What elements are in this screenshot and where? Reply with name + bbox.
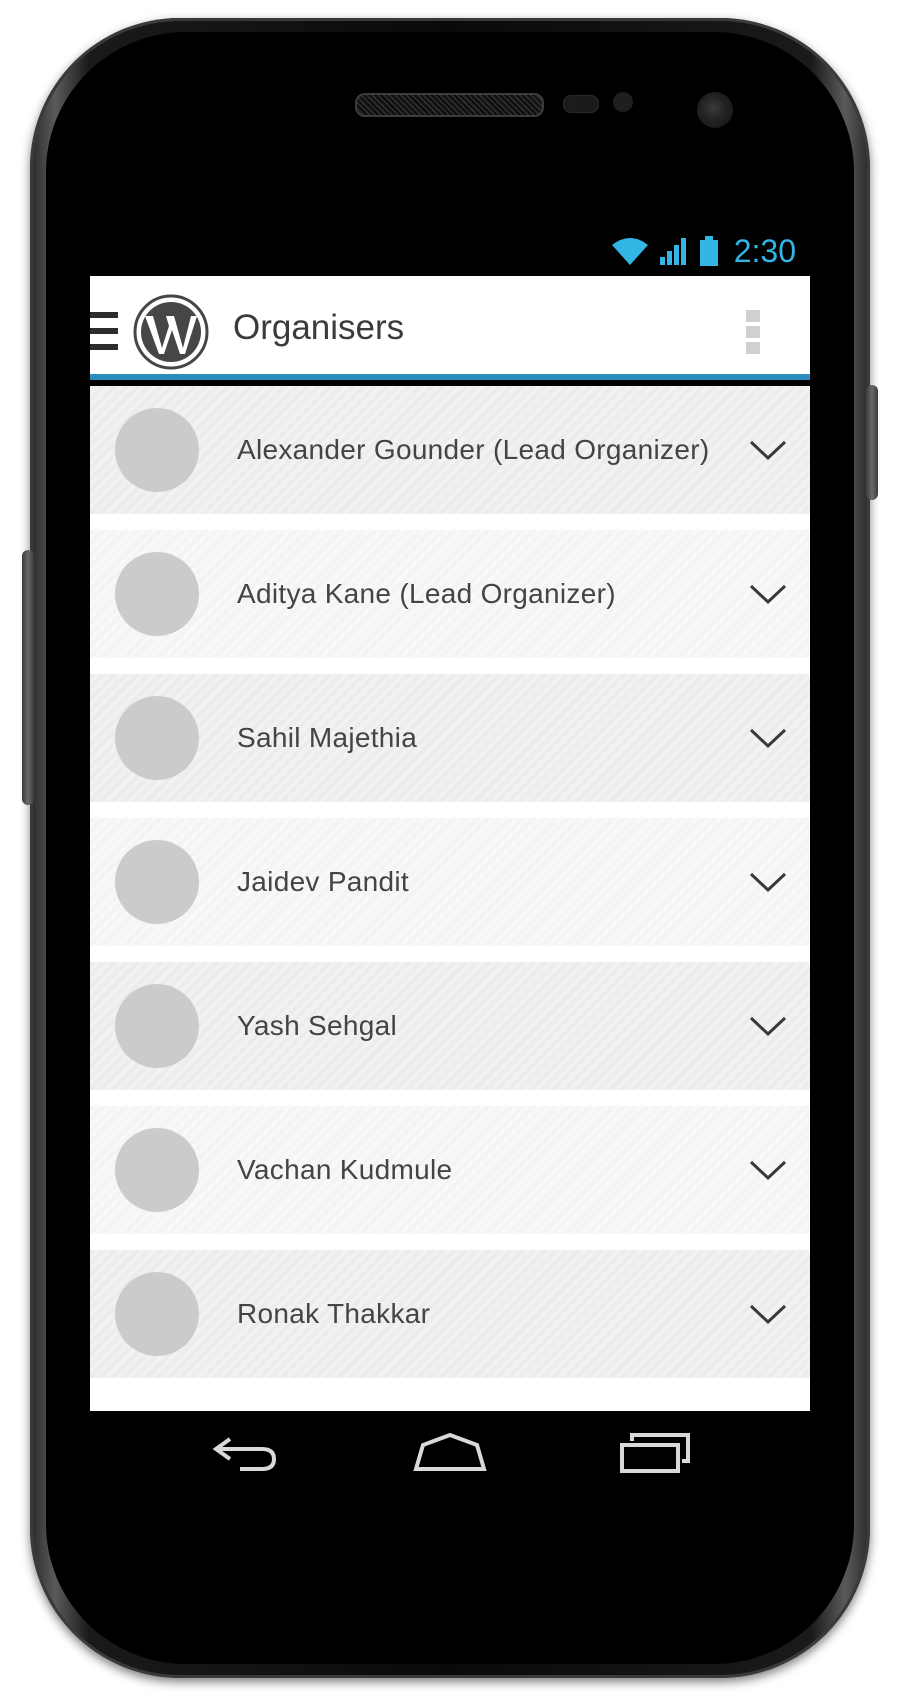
menu-icon[interactable] xyxy=(90,312,118,350)
chevron-down-icon[interactable] xyxy=(748,870,788,894)
light-sensor xyxy=(613,92,633,112)
organiser-list: Alexander Gounder (Lead Organizer) Adity… xyxy=(90,386,810,1411)
chevron-down-icon[interactable] xyxy=(748,438,788,462)
avatar xyxy=(115,840,199,924)
overflow-menu-icon[interactable] xyxy=(746,310,760,354)
screen: 2:30 Organisers Alexander Gounder (Lead … xyxy=(90,226,810,1411)
volume-button xyxy=(22,550,34,805)
chevron-down-icon[interactable] xyxy=(748,1158,788,1182)
organiser-name: Aditya Kane (Lead Organizer) xyxy=(237,578,616,609)
list-item[interactable]: Yash Sehgal xyxy=(90,962,810,1090)
power-button xyxy=(866,385,878,500)
home-icon[interactable] xyxy=(413,1431,487,1475)
signal-icon xyxy=(659,238,686,265)
chevron-down-icon[interactable] xyxy=(748,1302,788,1326)
organiser-name: Yash Sehgal xyxy=(237,1010,398,1041)
avatar xyxy=(115,408,199,492)
wordpress-logo-icon[interactable] xyxy=(133,294,209,370)
chevron-down-icon[interactable] xyxy=(748,726,788,750)
organiser-name: Ronak Thakkar xyxy=(237,1298,431,1329)
avatar xyxy=(115,1128,199,1212)
list-item[interactable]: Ronak Thakkar xyxy=(90,1250,810,1378)
list-item[interactable]: Aditya Kane (Lead Organizer) xyxy=(90,530,810,658)
navigation-bar xyxy=(90,1411,810,1521)
status-time: 2:30 xyxy=(733,232,796,269)
list-item[interactable]: Jaidev Pandit xyxy=(90,818,810,946)
list-item[interactable]: Sahil Majethia xyxy=(90,674,810,802)
status-icons: 2:30 xyxy=(610,226,796,276)
organiser-name: Alexander Gounder (Lead Organizer) xyxy=(237,434,710,465)
avatar xyxy=(115,1272,199,1356)
list-item[interactable]: Vachan Kudmule xyxy=(90,1106,810,1234)
front-camera xyxy=(697,92,733,128)
status-bar: 2:30 xyxy=(90,226,810,276)
avatar xyxy=(115,552,199,636)
organiser-name: Jaidev Pandit xyxy=(237,866,410,897)
app-bar: Organisers xyxy=(90,276,810,380)
list-item[interactable]: Alexander Gounder (Lead Organizer) xyxy=(90,386,810,514)
battery-icon xyxy=(699,236,718,266)
organiser-name: Sahil Majethia xyxy=(237,722,418,753)
recent-apps-icon[interactable] xyxy=(618,1431,692,1475)
chevron-down-icon[interactable] xyxy=(748,582,788,606)
avatar xyxy=(115,696,199,780)
page-title: Organisers xyxy=(233,308,405,347)
chevron-down-icon[interactable] xyxy=(748,1014,788,1038)
wifi-icon xyxy=(611,238,648,265)
earpiece-speaker xyxy=(355,93,544,117)
back-icon[interactable] xyxy=(210,1431,280,1475)
organiser-name: Vachan Kudmule xyxy=(237,1154,453,1185)
proximity-sensor xyxy=(563,95,599,113)
avatar xyxy=(115,984,199,1068)
